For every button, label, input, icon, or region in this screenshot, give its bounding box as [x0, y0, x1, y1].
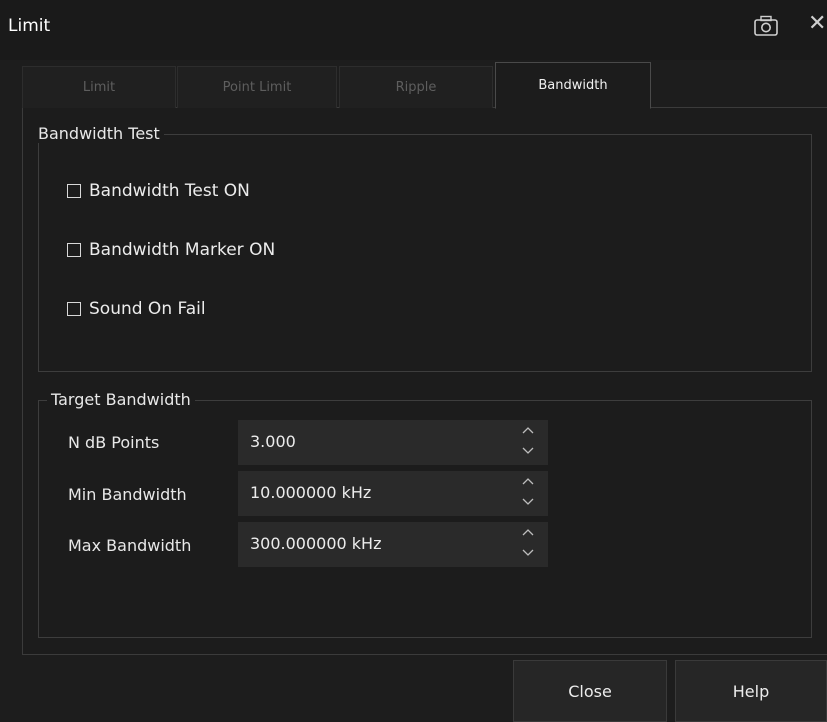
max-bandwidth-value[interactable]: 300.000000 kHz [250, 534, 381, 553]
chevron-up-icon[interactable] [522, 425, 534, 435]
sound-on-fail-checkbox[interactable] [67, 302, 81, 316]
tab-limit[interactable]: Limit [22, 66, 176, 108]
bandwidth-test-on-option[interactable]: Bandwidth Test ON [67, 181, 250, 201]
chevron-down-icon[interactable] [522, 446, 534, 456]
chevron-up-icon[interactable] [522, 527, 534, 537]
sound-on-fail-option[interactable]: Sound On Fail [67, 299, 206, 319]
n-db-points-label: N dB Points [68, 433, 160, 452]
bandwidth-test-on-checkbox[interactable] [67, 184, 81, 198]
min-bandwidth-value[interactable]: 10.000000 kHz [250, 483, 371, 502]
bandwidth-marker-on-checkbox[interactable] [67, 243, 81, 257]
chevron-up-icon[interactable] [522, 476, 534, 486]
close-icon[interactable]: ✕ [808, 10, 826, 38]
close-button[interactable]: Close [513, 660, 667, 722]
n-db-points-value[interactable]: 3.000 [250, 432, 296, 451]
min-bandwidth-field[interactable]: 10.000000 kHz [238, 471, 548, 516]
bandwidth-marker-on-option[interactable]: Bandwidth Marker ON [67, 240, 275, 260]
chevron-down-icon[interactable] [522, 497, 534, 507]
bandwidth-marker-on-label: Bandwidth Marker ON [89, 240, 276, 260]
sound-on-fail-label: Sound On Fail [89, 299, 206, 319]
max-bandwidth-field[interactable]: 300.000000 kHz [238, 522, 548, 567]
tab-point-limit[interactable]: Point Limit [177, 66, 337, 108]
tab-ripple[interactable]: Ripple [339, 66, 493, 108]
help-button[interactable]: Help [675, 660, 827, 722]
bandwidth-test-group-title: Bandwidth Test [34, 124, 164, 143]
title-bar: Limit ✕ [0, 0, 827, 60]
bandwidth-test-on-label: Bandwidth Test ON [89, 181, 250, 201]
tab-bandwidth[interactable]: Bandwidth [495, 62, 651, 109]
target-bandwidth-group-title: Target Bandwidth [47, 390, 195, 409]
chevron-down-icon[interactable] [522, 548, 534, 558]
n-db-points-field[interactable]: 3.000 [238, 420, 548, 465]
max-bandwidth-label: Max Bandwidth [68, 536, 192, 555]
min-bandwidth-label: Min Bandwidth [68, 485, 187, 504]
window-title: Limit [8, 16, 51, 36]
camera-icon[interactable] [752, 14, 780, 38]
